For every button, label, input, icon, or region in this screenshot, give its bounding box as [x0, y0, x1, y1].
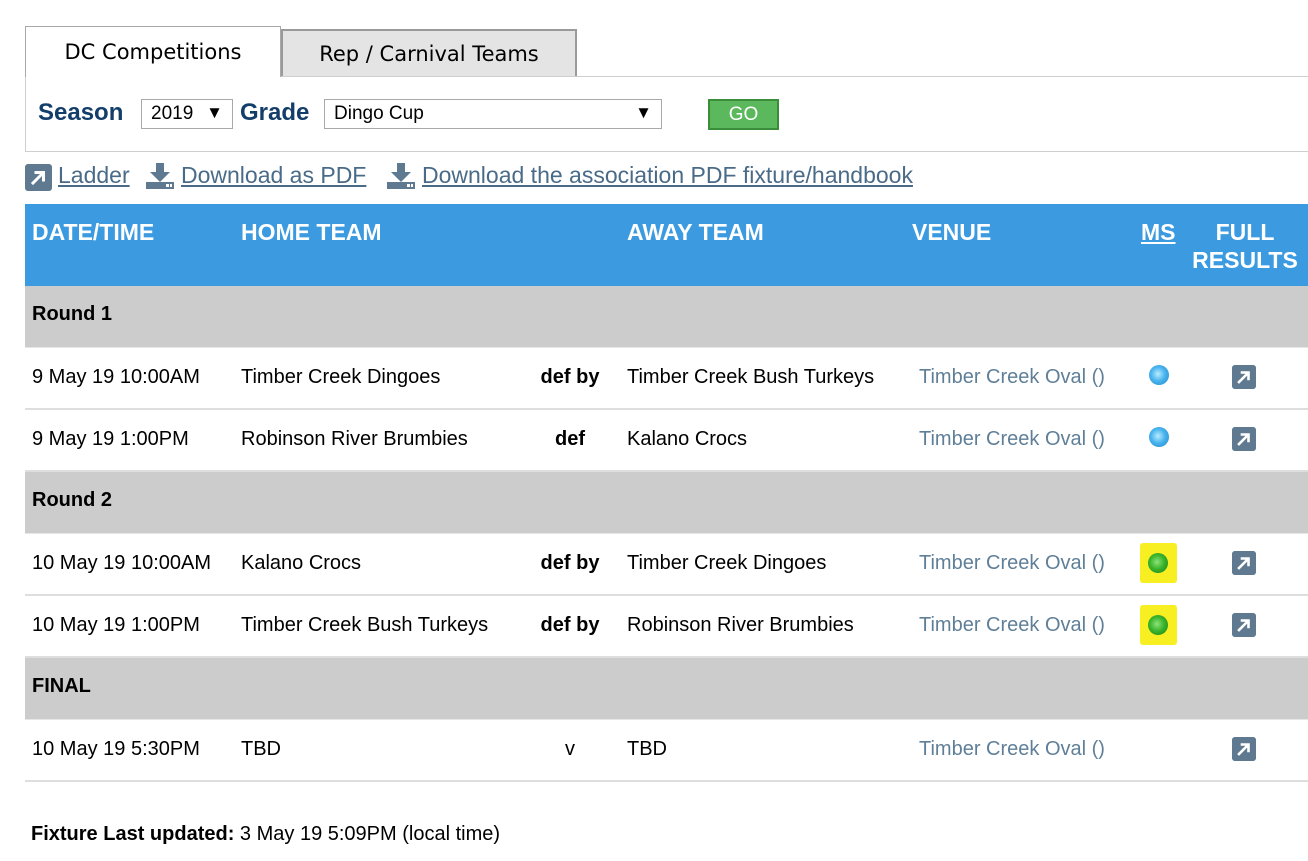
download-handbook-link[interactable]: Download the association PDF fixture/han… [422, 162, 913, 189]
game-result: def by [540, 614, 600, 636]
game-venue-link[interactable]: Timber Creek Oval () [919, 552, 1105, 575]
game-result: def by [540, 552, 600, 574]
dropdown-arrow-icon: ▼ [635, 103, 652, 122]
go-button-label: GO [728, 103, 759, 125]
grade-select[interactable]: Dingo Cup ▼ [324, 99, 662, 129]
game-away-team: Timber Creek Bush Turkeys [627, 366, 875, 388]
header-datetime: DATE/TIME [32, 219, 155, 245]
round-title: FINAL [32, 675, 91, 697]
header-venue: VENUE [912, 219, 992, 245]
fixture-last-updated: Fixture Last updated: 3 May 19 5:09PM (l… [31, 823, 500, 846]
game-datetime: 10 May 19 5:30PM [32, 738, 200, 760]
game-home-team: Timber Creek Bush Turkeys [241, 614, 489, 636]
tab-rep-carnival-teams[interactable]: Rep / Carnival Teams [281, 29, 577, 76]
table-row: 10 May 19 5:30PM TBD v TBD Timber Creek … [25, 720, 1308, 782]
game-result: def [555, 428, 585, 450]
round-title: Round 1 [32, 303, 112, 325]
external-link-icon [25, 164, 52, 191]
match-sheet-icon[interactable] [1148, 615, 1168, 635]
season-select-value: 2019 [151, 103, 194, 124]
header-full-results-line1: FULL [1215, 219, 1275, 245]
season-label: Season [38, 99, 124, 126]
full-results-icon[interactable] [1232, 613, 1256, 637]
game-venue-link[interactable]: Timber Creek Oval () [919, 738, 1105, 761]
table-row: 9 May 19 10:00AM Timber Creek Dingoes de… [25, 348, 1308, 410]
header-full-results: FULL RESULTS [1190, 218, 1300, 274]
game-away-team: TBD [627, 738, 667, 760]
game-away-team: Timber Creek Dingoes [627, 552, 827, 574]
round-header: Round 2 [25, 472, 1308, 534]
header-away-team: AWAY TEAM [627, 219, 764, 245]
game-home-team: Kalano Crocs [241, 552, 362, 574]
game-result: v [565, 738, 575, 760]
season-select[interactable]: 2019 ▼ [141, 99, 233, 129]
match-sheet-icon[interactable] [1148, 553, 1168, 573]
match-sheet-icon[interactable] [1149, 365, 1169, 385]
go-button[interactable]: GO [708, 99, 779, 130]
game-venue-link[interactable]: Timber Creek Oval () [919, 614, 1105, 637]
download-pdf-link[interactable]: Download as PDF [181, 162, 366, 189]
dropdown-arrow-icon: ▼ [206, 103, 223, 122]
round-title: Round 2 [32, 489, 112, 511]
tab-dc-competitions[interactable]: DC Competitions [25, 26, 281, 77]
full-results-icon[interactable] [1232, 551, 1256, 575]
game-away-team: Kalano Crocs [627, 428, 748, 450]
game-result: def by [540, 366, 600, 388]
game-venue-link[interactable]: Timber Creek Oval () [919, 428, 1105, 451]
table-row: 10 May 19 1:00PM Timber Creek Bush Turke… [25, 596, 1308, 658]
match-sheet-icon[interactable] [1149, 427, 1169, 447]
full-results-icon[interactable] [1232, 737, 1256, 761]
download-icon [387, 163, 415, 189]
grade-label: Grade [240, 99, 310, 126]
last-updated-value: 3 May 19 5:09PM (local time) [239, 823, 501, 845]
game-datetime: 10 May 19 1:00PM [32, 614, 200, 636]
fixture-table-header: DATE/TIME HOME TEAM AWAY TEAM VENUE MS F… [25, 204, 1308, 286]
round-header: Round 1 [25, 286, 1308, 348]
table-row: 10 May 19 10:00AM Kalano Crocs def by Ti… [25, 534, 1308, 596]
ladder-link[interactable]: Ladder [58, 162, 130, 189]
full-results-icon[interactable] [1232, 365, 1256, 389]
round-header: FINAL [25, 658, 1308, 720]
game-datetime: 9 May 19 1:00PM [32, 428, 189, 450]
tab-label: DC Competitions [64, 40, 242, 64]
download-icon [146, 163, 174, 189]
match-sheet-highlight [1140, 543, 1177, 583]
game-datetime: 10 May 19 10:00AM [32, 552, 211, 574]
game-away-team: Robinson River Brumbies [627, 614, 854, 636]
match-sheet-highlight [1140, 605, 1177, 645]
tab-label: Rep / Carnival Teams [319, 41, 539, 66]
game-home-team: TBD [241, 738, 281, 760]
game-home-team: Robinson River Brumbies [241, 428, 468, 450]
header-full-results-line2: RESULTS [1192, 247, 1298, 273]
table-row: 9 May 19 1:00PM Robinson River Brumbies … [25, 410, 1308, 472]
last-updated-label: Fixture Last updated: [31, 823, 235, 845]
grade-select-value: Dingo Cup [334, 103, 424, 124]
game-home-team: Timber Creek Dingoes [241, 366, 441, 388]
full-results-icon[interactable] [1232, 427, 1256, 451]
game-venue-link[interactable]: Timber Creek Oval () [919, 366, 1105, 389]
header-home-team: HOME TEAM [241, 219, 382, 245]
header-ms-link[interactable]: MS [1141, 218, 1176, 246]
game-datetime: 9 May 19 10:00AM [32, 366, 200, 388]
